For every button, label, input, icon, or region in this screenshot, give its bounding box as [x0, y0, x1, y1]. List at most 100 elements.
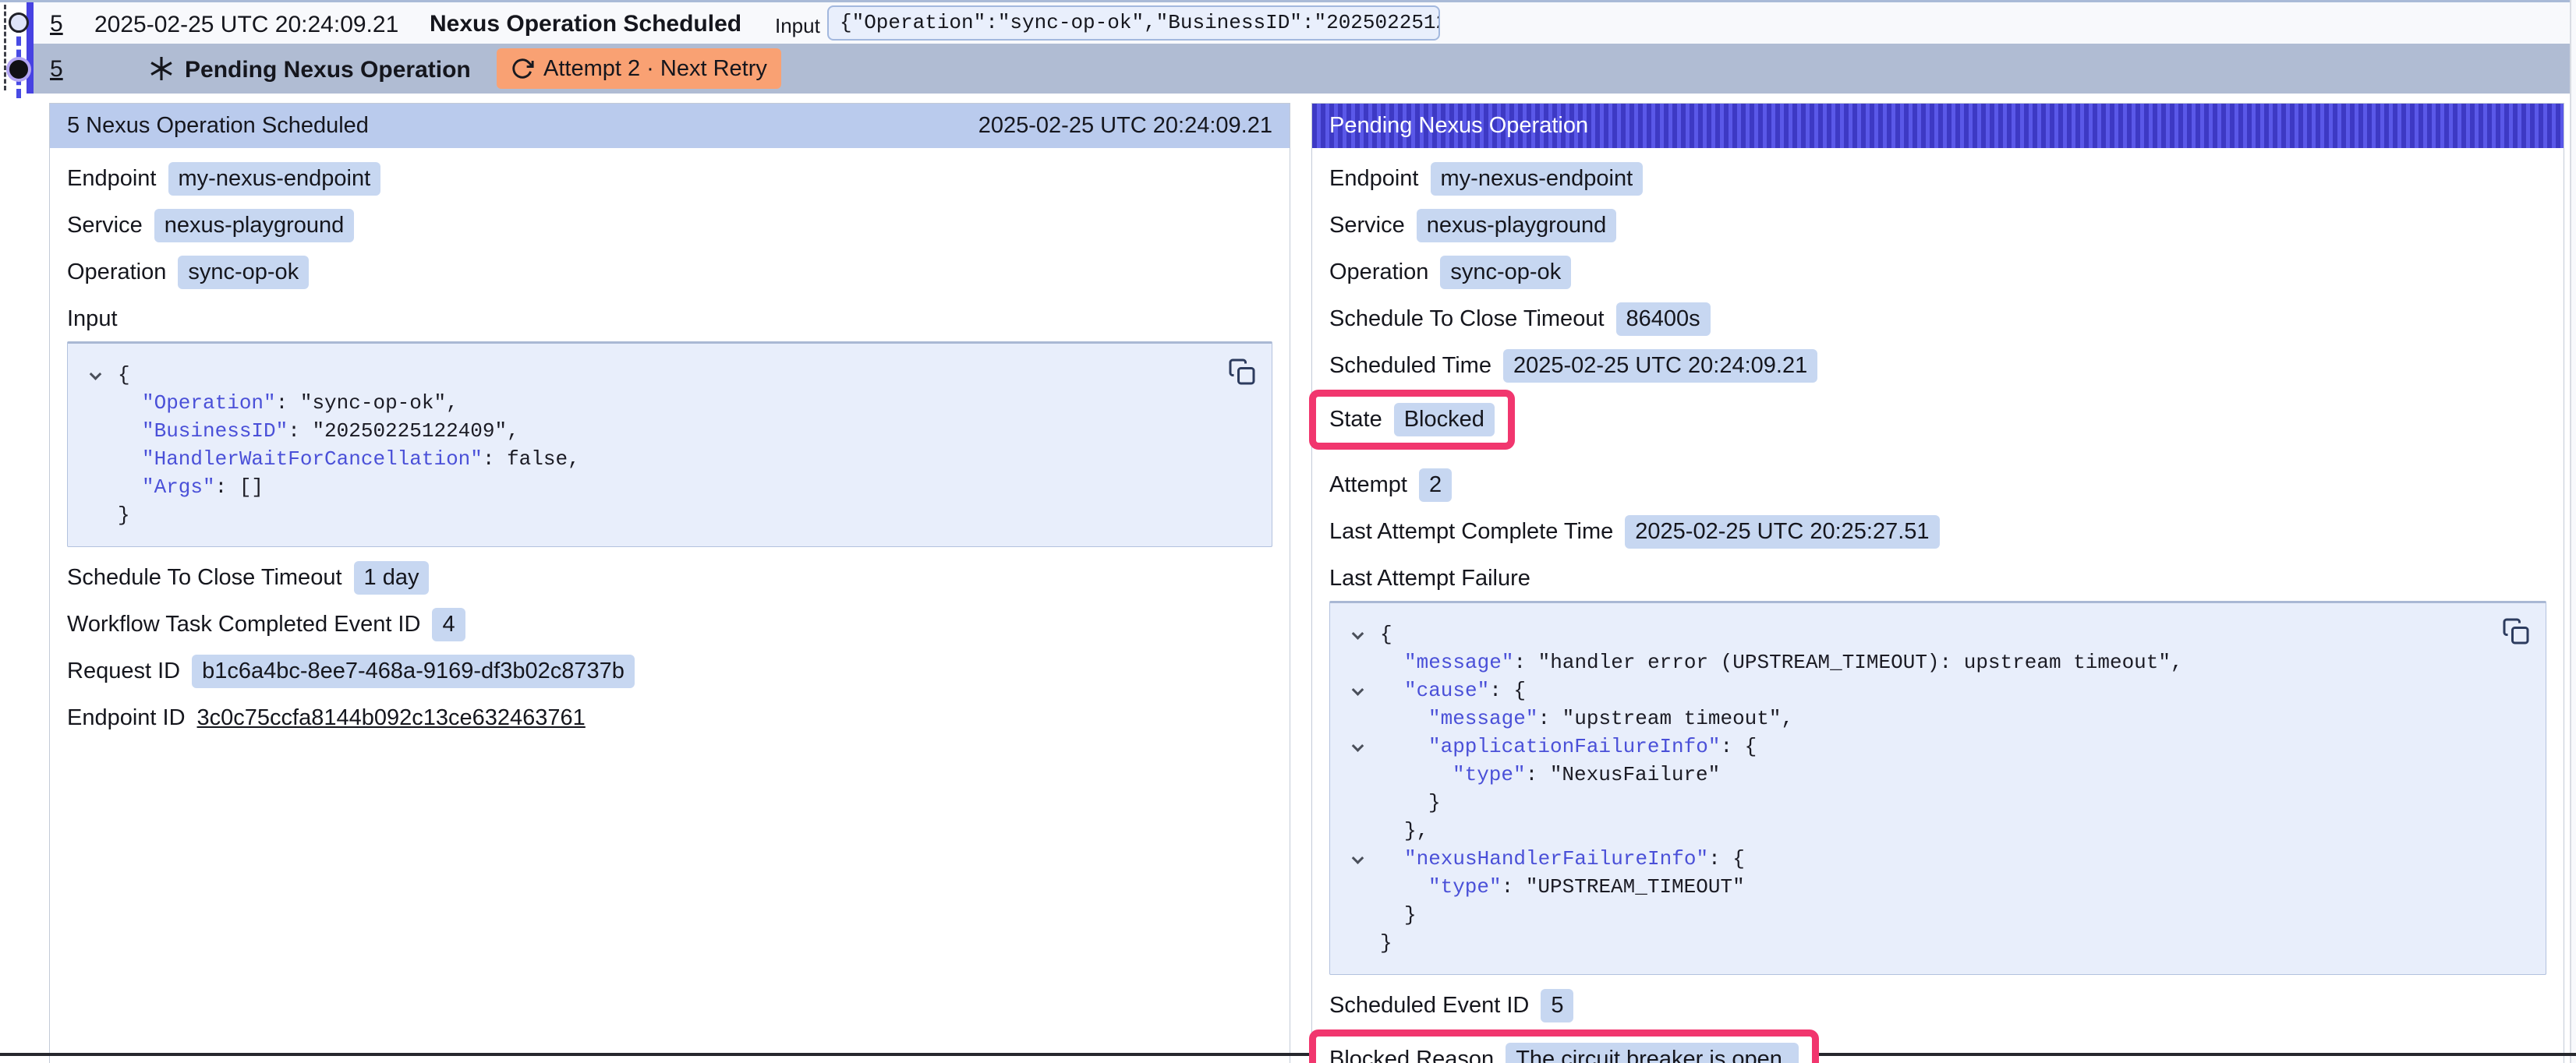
input-code-block: { "Operation": "sync-op-ok", "BusinessID":…: [67, 341, 1272, 547]
event-row-scheduled[interactable]: 5 2025-02-25 UTC 20:24:09.21 Nexus Opera…: [34, 2, 2570, 44]
field-row: Endpoint ID 3c0c75ccfa8144b092c13ce632463…: [67, 702, 1272, 734]
pending-asterisk-icon: [147, 55, 175, 83]
code-text: "message": "handler error (UPSTREAM_TIME…: [1380, 651, 2183, 674]
code-text: {: [1380, 623, 1392, 646]
field-label: Scheduled Time: [1329, 353, 1491, 379]
fold-chevron-icon[interactable]: [90, 368, 102, 380]
code-text: "applicationFailureInfo": {: [1380, 735, 1757, 758]
event-id-link[interactable]: 5: [50, 56, 63, 83]
fold-chevron-icon[interactable]: [1352, 683, 1364, 696]
code-line: {: [1346, 620, 2530, 648]
pending-operation-panel: Pending Nexus Operation Endpointmy-nexus…: [1311, 103, 2564, 1063]
field-value-badge: 86400s: [1616, 302, 1711, 336]
field-label: Endpoint: [67, 166, 157, 192]
field-row: Endpointmy-nexus-endpoint: [1329, 163, 2546, 195]
pending-operation-title: Pending Nexus Operation: [1329, 113, 1588, 139]
code-text: "BusinessID": "20250225122409",: [118, 419, 519, 443]
code-text: }: [1380, 931, 1392, 955]
code-line: "message": "upstream timeout",: [1346, 705, 2530, 733]
code-text: {: [118, 363, 130, 387]
field-value-badge: 5: [1541, 989, 1573, 1022]
code-line: "message": "handler error (UPSTREAM_TIME…: [1346, 648, 2530, 676]
state-annotation-highlight: State Blocked: [1309, 390, 1515, 450]
code-line: }: [1346, 789, 2530, 817]
code-gutter: [83, 371, 118, 380]
field-row: Service nexus-playground: [1329, 210, 2546, 242]
field-label: Request ID: [67, 659, 180, 684]
code-line: },: [1346, 817, 2530, 845]
last-attempt-failure-label: Last Attempt Failure: [1329, 563, 2546, 595]
code-line: }: [1346, 901, 2530, 929]
event-title: Pending Nexus Operation: [185, 57, 471, 83]
state-value-badge: Blocked: [1394, 403, 1495, 436]
timeline-marker-selected-icon[interactable]: [9, 60, 28, 79]
code-text: "HandlerWaitForCancellation": false,: [118, 447, 580, 471]
field-row: Endpoint my-nexus-endpoint: [67, 163, 1272, 195]
state-row: State Blocked: [1329, 382, 2546, 454]
code-text: }: [118, 503, 130, 527]
code-line: "Args": []: [83, 473, 1256, 501]
field-value-badge: nexus-playground: [1417, 209, 1617, 242]
scheduled-event-id-row: Scheduled Event ID 5: [1329, 990, 2546, 1022]
field-label: Scheduled Event ID: [1329, 993, 1529, 1019]
endpoint-id-link[interactable]: 3c0c75ccfa8144b092c13ce632463761: [197, 705, 586, 731]
field-label: Blocked Reason: [1329, 1047, 1494, 1063]
field-row: Request IDb1c6a4bc-8ee7-468a-9169-df3b02…: [67, 655, 1272, 687]
code-line: {: [83, 361, 1256, 389]
failure-code-block: { "message": "handler error (UPSTREAM_TIM…: [1329, 601, 2546, 975]
retry-badge-label: Attempt 2 · Next Retry: [543, 56, 767, 82]
fold-chevron-icon[interactable]: [1352, 627, 1364, 640]
code-line: "BusinessID": "20250225122409",: [83, 417, 1256, 445]
pending-operation-body: Endpointmy-nexus-endpoint Service nexus-pl…: [1312, 163, 2564, 1063]
copy-icon[interactable]: [2502, 617, 2530, 645]
field-row: Schedule To Close Timeout86400s: [1329, 303, 2546, 335]
field-label: Attempt: [1329, 472, 1407, 498]
field-row: Operationsync-op-ok: [67, 256, 1272, 288]
field-label: Schedule To Close Timeout: [67, 565, 342, 591]
field-value-badge: 1 day: [354, 561, 430, 595]
drag-handle-dots[interactable]: [4, 5, 6, 90]
field-label: Operation: [67, 260, 166, 285]
field-row: Workflow Task Completed Event ID4: [67, 609, 1272, 641]
code-text: "Operation": "sync-op-ok",: [118, 391, 458, 415]
code-text: },: [1380, 819, 1428, 842]
code-line: "type": "UPSTREAM_TIMEOUT": [1346, 873, 2530, 901]
code-gutter: [1346, 743, 1380, 751]
fold-chevron-icon[interactable]: [1352, 740, 1364, 752]
code-line: "nexusHandlerFailureInfo": {: [1346, 845, 2530, 873]
code-line: "HandlerWaitForCancellation": false,: [83, 445, 1256, 473]
code-text: "type": "UPSTREAM_TIMEOUT": [1380, 875, 1745, 899]
event-id-link[interactable]: 5: [50, 11, 63, 37]
code-line: "Operation": "sync-op-ok",: [83, 389, 1256, 417]
field-row: Schedule To Close Timeout 1 day: [67, 562, 1272, 594]
event-detail-header: 5 Nexus Operation Scheduled 2025-02-25 U…: [50, 104, 1290, 148]
scrollbar-gutter[interactable]: [2571, 0, 2576, 1063]
code-text: "cause": {: [1380, 679, 1526, 702]
field-label: Operation: [1329, 260, 1428, 285]
field-value-badge: my-nexus-endpoint: [168, 162, 381, 196]
code-text: "message": "upstream timeout",: [1380, 707, 1793, 730]
field-value-badge: 2025-02-25 UTC 20:25:27.51: [1625, 515, 1939, 549]
fold-chevron-icon[interactable]: [1352, 852, 1364, 864]
field-label: Service: [1329, 213, 1405, 238]
input-preview-badge[interactable]: {"Operation":"sync-op-ok","BusinessID":"…: [827, 5, 1440, 41]
copy-icon[interactable]: [1228, 358, 1256, 386]
field-label: Last Attempt Complete Time: [1329, 519, 1613, 545]
blocked-reason-value-badge: The circuit breaker is open.: [1506, 1043, 1799, 1063]
event-row-pending-selected[interactable]: 5 Pending Nexus Operation Attempt 2 · Ne…: [34, 44, 2570, 94]
field-label: Endpoint ID: [67, 705, 186, 731]
timeline-marker-open-icon[interactable]: [9, 12, 29, 33]
field-label: Workflow Task Completed Event ID: [67, 612, 420, 637]
pending-operation-header: Pending Nexus Operation: [1312, 104, 2564, 148]
field-value-badge: 2025-02-25 UTC 20:24:09.21: [1503, 349, 1817, 383]
retry-attempt-badge: Attempt 2 · Next Retry: [497, 48, 781, 89]
field-row: Attempt2: [1329, 469, 2546, 501]
field-value-badge: my-nexus-endpoint: [1431, 162, 1644, 196]
field-row: Scheduled Time 2025-02-25 UTC 20:24:09.21: [1329, 350, 2546, 382]
code-text: }: [1380, 791, 1441, 814]
code-text: }: [1380, 903, 1417, 927]
code-line: }: [83, 501, 1256, 529]
selected-event-bar: [27, 2, 34, 94]
event-detail-title: 5 Nexus Operation Scheduled: [67, 113, 369, 139]
retry-icon: [511, 57, 534, 80]
